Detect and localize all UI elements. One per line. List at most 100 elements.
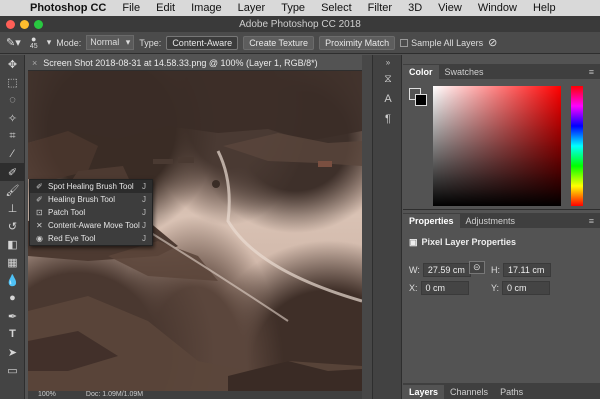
history-panel-icon[interactable]: ⧖ <box>373 69 403 89</box>
color-panel-tabs: Color Swatches <box>403 64 600 79</box>
collapsed-panels-strip: » ⧖ A ¶ <box>372 55 402 399</box>
collapse-strip-icon[interactable]: » <box>373 55 403 69</box>
eyedropper-tool-icon[interactable]: ⁄ <box>0 145 25 163</box>
type-tool-icon[interactable]: T <box>0 325 25 343</box>
brush-size-value: 45 <box>29 42 38 50</box>
path-selection-tool-icon[interactable]: ➤ <box>0 343 25 361</box>
character-panel-icon[interactable]: A <box>373 89 403 109</box>
properties-title: ▣ Pixel Layer Properties <box>409 237 516 248</box>
hue-slider[interactable] <box>571 86 583 206</box>
window-controls <box>6 20 43 29</box>
flyout-item-label: Spot Healing Brush Tool <box>48 182 134 191</box>
eraser-tool-icon[interactable]: ◧ <box>0 235 25 253</box>
y-field[interactable]: 0 cm <box>502 281 551 295</box>
color-panel: Color Swatches ≡ <box>403 64 600 210</box>
zoom-level[interactable]: 100% <box>38 391 56 399</box>
brush-preset-picker[interactable]: ● 45 <box>26 34 42 51</box>
menu-layer[interactable]: Layer <box>230 2 274 14</box>
menu-select[interactable]: Select <box>313 2 360 14</box>
patch-tool-icon: ⊡ <box>36 208 43 217</box>
window-title-bar: Adobe Photoshop CC 2018 <box>0 16 600 32</box>
create-texture-button[interactable]: Create Texture <box>243 35 315 50</box>
tab-channels[interactable]: Channels <box>444 385 494 399</box>
clone-stamp-tool-icon[interactable]: ⊥ <box>0 199 25 217</box>
tool-preset-icon[interactable]: ✎▾ <box>6 36 21 49</box>
x-field[interactable]: 0 cm <box>420 281 469 295</box>
rectangle-tool-icon[interactable]: ▭ <box>0 361 25 379</box>
proximity-match-button[interactable]: Proximity Match <box>319 35 396 50</box>
x-field-group: X: 0 cm <box>409 281 469 295</box>
content-aware-button[interactable]: Content-Aware <box>166 35 239 50</box>
height-field[interactable]: 17.11 cm <box>503 263 551 277</box>
tab-swatches[interactable]: Swatches <box>439 65 490 79</box>
flyout-item-healing-brush[interactable]: ✐ Healing Brush Tool J <box>30 193 152 206</box>
menu-image[interactable]: Image <box>183 2 230 14</box>
paragraph-panel-icon[interactable]: ¶ <box>373 109 403 129</box>
move-tool-icon[interactable]: ✥ <box>0 55 25 73</box>
menu-help[interactable]: Help <box>525 2 564 14</box>
crop-tool-icon[interactable]: ⌗ <box>0 127 25 145</box>
flyout-item-label: Red Eye Tool <box>48 234 96 243</box>
flyout-item-red-eye[interactable]: ◉ Red Eye Tool J <box>30 232 152 245</box>
color-field[interactable] <box>433 86 561 206</box>
canvas-scrollbar[interactable] <box>362 55 372 399</box>
menu-view[interactable]: View <box>430 2 470 14</box>
menu-3d[interactable]: 3D <box>400 2 430 14</box>
width-field[interactable]: 27.59 cm <box>422 263 471 277</box>
properties-panel-tabs: Properties Adjustments <box>403 213 600 228</box>
height-label: H: <box>491 265 500 275</box>
content-aware-move-icon: ✕ <box>36 221 43 230</box>
layers-panel-tabs: Layers Channels Paths <box>403 383 600 399</box>
sample-all-layers-option[interactable]: Sample All Layers <box>400 38 483 48</box>
flyout-item-shortcut: J <box>142 208 146 217</box>
status-bar: 100% Doc: 1.09M/1.09M <box>28 391 362 399</box>
zoom-window-button[interactable] <box>34 20 43 29</box>
tab-layers[interactable]: Layers <box>403 385 445 399</box>
document-tab[interactable]: × Screen Shot 2018-08-31 at 14.58.33.png… <box>28 55 362 71</box>
sample-all-layers-checkbox[interactable] <box>400 39 409 48</box>
menu-filter[interactable]: Filter <box>360 2 400 14</box>
tab-color[interactable]: Color <box>403 65 439 79</box>
chevron-down-icon: ▾ <box>125 37 131 47</box>
red-eye-tool-icon: ◉ <box>36 234 43 243</box>
width-field-group: W: 27.59 cm <box>409 263 471 277</box>
flyout-item-content-aware-move[interactable]: ✕ Content-Aware Move Tool J <box>30 219 152 232</box>
close-window-button[interactable] <box>6 20 15 29</box>
menu-edit[interactable]: Edit <box>148 2 183 14</box>
panel-menu-icon[interactable]: ≡ <box>589 67 594 77</box>
tab-paths[interactable]: Paths <box>494 385 529 399</box>
close-tab-icon[interactable]: × <box>32 58 37 68</box>
tab-properties[interactable]: Properties <box>403 214 460 228</box>
menu-app-name[interactable]: Photoshop CC <box>22 2 114 14</box>
properties-panel: Properties Adjustments ≡ ▣ Pixel Layer Pr… <box>403 213 600 383</box>
flyout-item-spot-healing[interactable]: ✐ Spot Healing Brush Tool J <box>30 180 152 193</box>
dodge-tool-icon[interactable]: ● <box>0 289 25 307</box>
brush-tool-icon[interactable]: 🖌 <box>0 181 25 199</box>
spot-healing-brush-tool-icon[interactable]: ✐ <box>0 163 25 181</box>
gradient-tool-icon[interactable]: ▦ <box>0 253 25 271</box>
flyout-item-patch[interactable]: ⊡ Patch Tool J <box>30 206 152 219</box>
document-size: Doc: 1.09M/1.09M <box>85 391 144 398</box>
properties-title-text: Pixel Layer Properties <box>421 237 517 247</box>
link-dimensions-icon[interactable]: ⊝ <box>469 261 485 274</box>
history-brush-tool-icon[interactable]: ↺ <box>0 217 25 235</box>
y-label: Y: <box>491 283 500 293</box>
mode-select[interactable]: Normal ▾ <box>86 35 135 50</box>
lasso-tool-icon[interactable]: ◌ <box>0 91 25 109</box>
background-color-swatch[interactable] <box>415 94 427 106</box>
quick-selection-tool-icon[interactable]: ✧ <box>0 109 25 127</box>
panel-menu-icon[interactable]: ≡ <box>589 216 594 226</box>
blur-tool-icon[interactable]: 💧 <box>0 271 25 289</box>
pen-tool-icon[interactable]: ✒ <box>0 307 25 325</box>
tab-adjustments[interactable]: Adjustments <box>460 214 522 228</box>
menu-window[interactable]: Window <box>470 2 525 14</box>
menu-type[interactable]: Type <box>273 2 313 14</box>
brush-picker-chevron-icon[interactable]: ▾ <box>47 37 52 48</box>
height-field-group: H: 17.11 cm <box>491 263 551 277</box>
healing-brush-icon: ✐ <box>36 195 43 204</box>
menu-file[interactable]: File <box>114 2 148 14</box>
pressure-icon[interactable]: ⊘ <box>488 36 497 49</box>
options-bar: ✎▾ ● 45 ▾ Mode: Normal ▾ Type: Content-A… <box>0 32 600 54</box>
marquee-tool-icon[interactable]: ⬚ <box>0 73 25 91</box>
minimize-window-button[interactable] <box>20 20 29 29</box>
